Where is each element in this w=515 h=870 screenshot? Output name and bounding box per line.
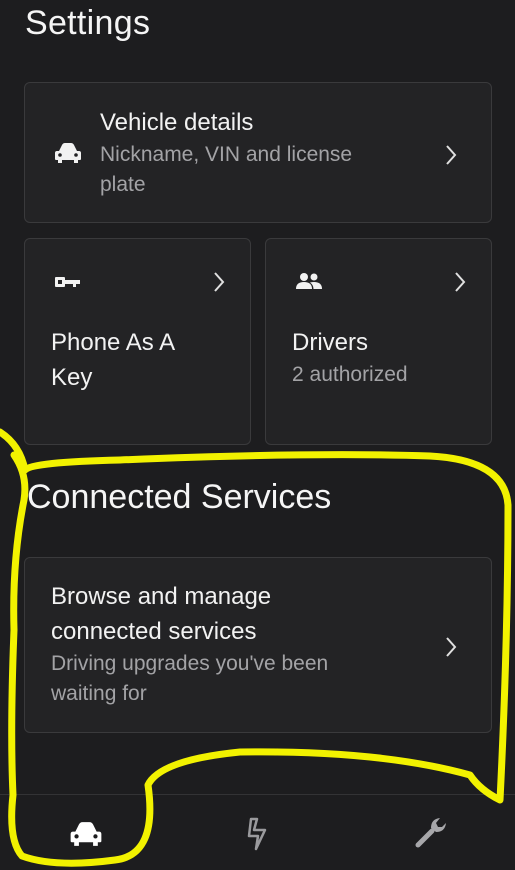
tab-vehicle[interactable]	[26, 795, 146, 870]
chevron-right-icon	[214, 272, 225, 292]
vehicle-details-card[interactable]: Vehicle details Nickname, VIN and licens…	[24, 82, 492, 223]
phone-as-key-card[interactable]: Phone As A Key	[24, 238, 251, 445]
people-icon	[296, 273, 322, 289]
chevron-right-icon	[446, 637, 457, 657]
drivers-title: Drivers	[292, 329, 368, 356]
chevron-right-icon	[446, 145, 457, 165]
drivers-subtitle: 2 authorized	[292, 363, 408, 386]
car-icon	[70, 822, 102, 846]
drivers-card[interactable]: Drivers 2 authorized	[265, 238, 492, 445]
tab-service[interactable]	[370, 795, 490, 870]
bottom-tab-bar	[0, 794, 515, 870]
vehicle-details-subtitle-line2: plate	[100, 173, 146, 196]
phone-as-key-title-line1: Phone As A	[51, 329, 176, 356]
connected-services-title-line1: Browse and manage	[51, 583, 272, 610]
key-icon	[55, 277, 80, 287]
car-icon	[55, 143, 81, 163]
connected-services-heading: Connected Services	[27, 478, 332, 516]
page-title: Settings	[25, 4, 151, 42]
connected-services-title-line2: connected services	[51, 618, 257, 645]
lightning-icon	[247, 817, 267, 851]
vehicle-details-title: Vehicle details	[100, 109, 254, 136]
vehicle-details-subtitle-line1: Nickname, VIN and license	[100, 143, 353, 166]
chevron-right-icon	[455, 272, 466, 292]
phone-as-key-title-line2: Key	[51, 364, 93, 391]
connected-services-card[interactable]: Browse and manage connected services Dri…	[24, 557, 492, 733]
connected-services-subtitle-line1: Driving upgrades you've been	[51, 652, 329, 675]
tab-charging[interactable]	[198, 795, 318, 870]
connected-services-subtitle-line2: waiting for	[51, 682, 147, 705]
wrench-icon	[415, 818, 446, 848]
